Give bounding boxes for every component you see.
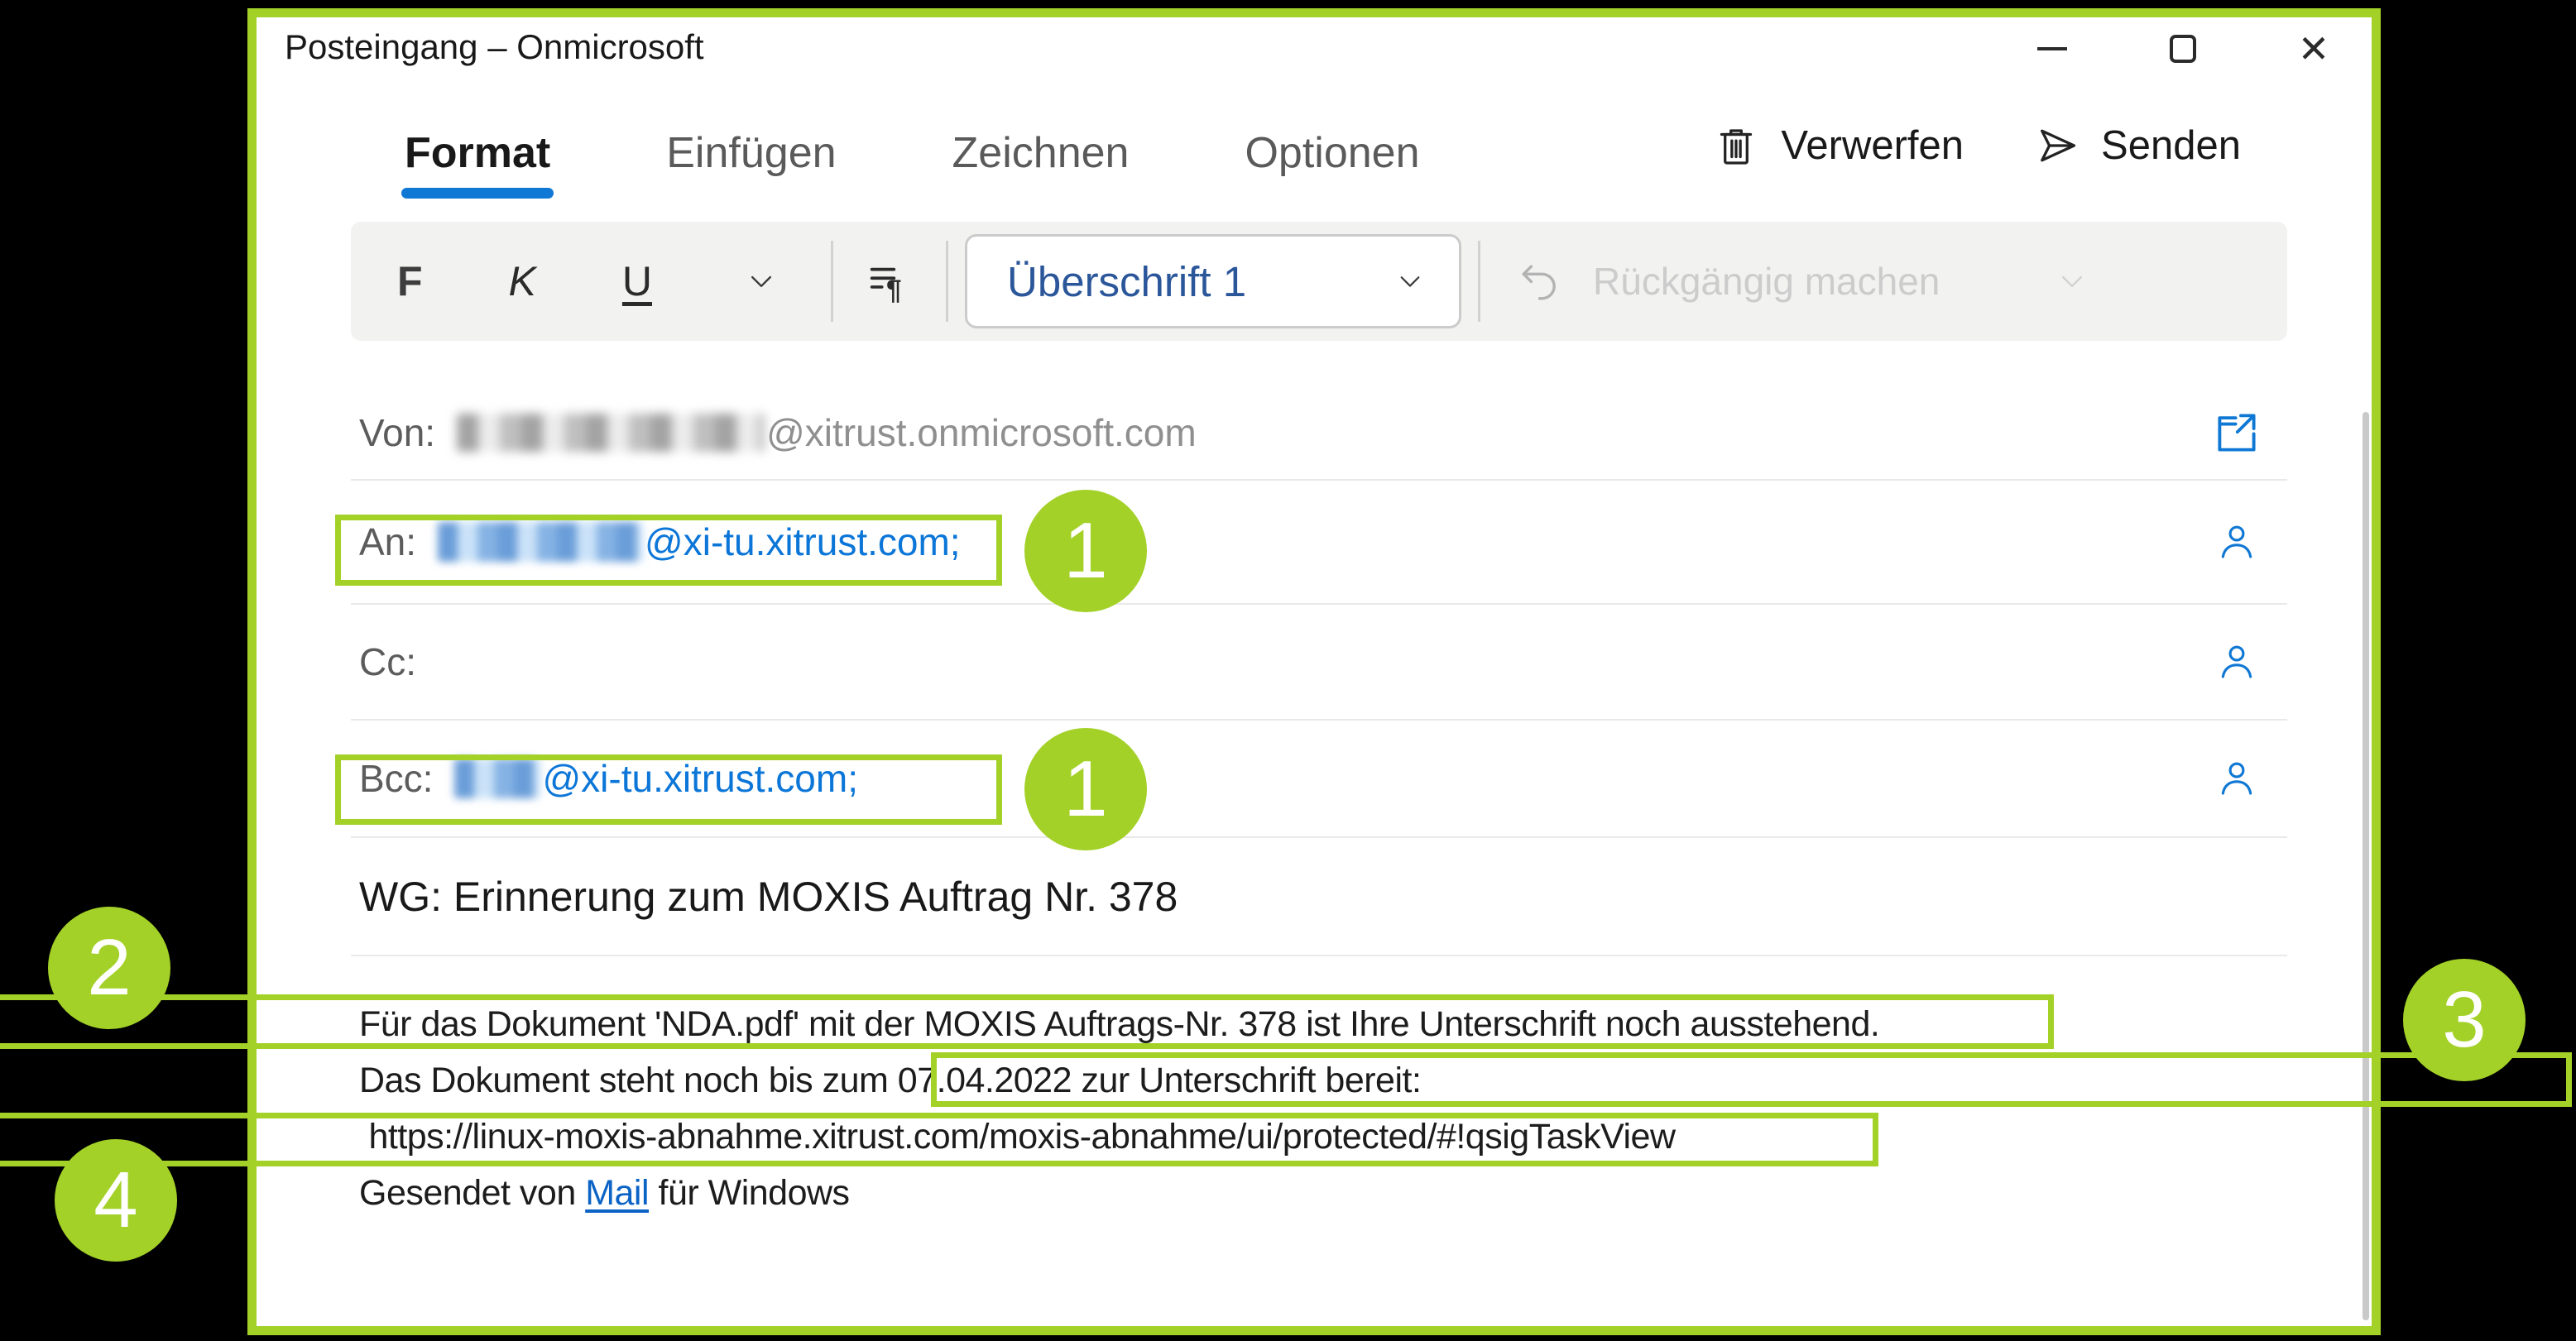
maximize-icon	[2170, 35, 2196, 63]
cc-contacts-button[interactable]	[2214, 639, 2259, 684]
minimize-button[interactable]	[2022, 22, 2082, 75]
cc-field[interactable]: Cc:	[351, 605, 2287, 721]
cc-label: Cc:	[359, 639, 416, 684]
paragraph-format-button[interactable]: ¶	[863, 255, 916, 308]
chevron-down-icon	[2056, 265, 2089, 298]
redacted-bcc-address	[454, 759, 540, 798]
chevron-down-icon	[1394, 266, 1426, 297]
tab-einfuegen[interactable]: Einfügen	[666, 132, 836, 175]
tab-format[interactable]: Format	[405, 132, 550, 175]
bcc-field[interactable]: Bcc: @xi-tu.xitrust.com;	[351, 721, 2287, 838]
person-icon	[2214, 756, 2259, 801]
toolbar-divider	[1478, 241, 1480, 322]
toolbar-divider	[831, 241, 833, 322]
open-in-new-window-button[interactable]	[2209, 405, 2264, 460]
popout-window-icon	[2209, 405, 2264, 460]
discard-label: Verwerfen	[1781, 122, 1964, 169]
trash-icon	[1713, 122, 1759, 169]
bold-button[interactable]: F	[397, 257, 423, 305]
address-fields: Von: @xitrust.onmicrosoft.com An: @xi-tu…	[351, 386, 2287, 956]
style-dropdown-value: Überschrift 1	[1007, 257, 1246, 306]
send-label: Senden	[2101, 122, 2241, 169]
annotation-badge-3: 3	[2403, 959, 2526, 1081]
undo-label: Rückgängig machen	[1593, 259, 1940, 304]
from-field[interactable]: Von: @xitrust.onmicrosoft.com	[351, 386, 2287, 481]
undo-icon	[1517, 257, 1565, 305]
mail-compose-window: Posteingang – Onmicrosoft ✕ Format Einfü…	[247, 8, 2381, 1335]
close-icon: ✕	[2298, 30, 2330, 68]
annotation-badge-4: 4	[55, 1139, 177, 1262]
redacted-to-address	[438, 522, 643, 562]
redacted-from-address	[457, 414, 765, 452]
close-button[interactable]: ✕	[2284, 22, 2343, 75]
style-dropdown[interactable]: Überschrift 1	[965, 234, 1461, 328]
annotation-badge-2: 2	[48, 907, 170, 1029]
to-domain: @xi-tu.xitrust.com;	[645, 520, 961, 564]
minimize-icon	[2037, 47, 2067, 50]
tab-optionen[interactable]: Optionen	[1245, 132, 1419, 175]
person-icon	[2214, 520, 2259, 564]
send-icon	[2033, 122, 2080, 169]
mail-link[interactable]: Mail	[585, 1173, 649, 1213]
window-controls: ✕	[2022, 22, 2343, 75]
sent-from-suffix: für Windows	[649, 1173, 850, 1213]
titlebar[interactable]: Posteingang – Onmicrosoft ✕	[257, 17, 2372, 93]
paragraph-format-icon: ¶	[863, 255, 916, 308]
font-options-chevron[interactable]	[745, 265, 778, 298]
from-domain: @xitrust.onmicrosoft.com	[766, 410, 1197, 455]
svg-text:¶: ¶	[886, 275, 902, 305]
ribbon-tabs: Format Einfügen Zeichnen Optionen	[405, 132, 1420, 175]
screenshot-canvas: Posteingang – Onmicrosoft ✕ Format Einfü…	[0, 0, 2576, 1341]
discard-button[interactable]: Verwerfen	[1713, 122, 1964, 169]
toolbar-divider	[946, 241, 948, 322]
underline-button[interactable]: U	[622, 257, 652, 305]
subject-field[interactable]: WG: Erinnerung zum MOXIS Auftrag Nr. 378	[351, 838, 2287, 956]
to-label: An:	[359, 520, 416, 564]
annotation-badge-1-to: 1	[1024, 490, 1147, 612]
window-title: Posteingang – Onmicrosoft	[285, 27, 704, 67]
person-icon	[2214, 639, 2259, 684]
bcc-label: Bcc:	[359, 756, 433, 801]
bcc-contacts-button[interactable]	[2214, 756, 2259, 801]
undo-history-chevron[interactable]	[2056, 265, 2089, 298]
format-toolbar: F K U ¶ Überschrift 1	[351, 222, 2287, 341]
undo-button[interactable]	[1517, 257, 1565, 305]
from-label: Von:	[359, 410, 435, 455]
bcc-domain: @xi-tu.xitrust.com;	[542, 756, 858, 801]
maximize-button[interactable]	[2153, 22, 2213, 75]
sent-from-prefix: Gesendet von	[359, 1173, 585, 1213]
to-contacts-button[interactable]	[2214, 520, 2259, 564]
ribbon-actions: Verwerfen Senden	[1713, 122, 2241, 169]
body-line-2: Das Dokument steht noch bis zum 07.04.20…	[359, 1052, 2262, 1109]
message-body[interactable]: Für das Dokument 'NDA.pdf' mit der MOXIS…	[359, 996, 2262, 1221]
to-field[interactable]: An: @xi-tu.xitrust.com;	[351, 481, 2287, 605]
tab-zeichnen[interactable]: Zeichnen	[952, 132, 1130, 175]
body-line-3: https://linux-moxis-abnahme.xitrust.com/…	[359, 1109, 2262, 1165]
subject-text: WG: Erinnerung zum MOXIS Auftrag Nr. 378	[359, 873, 1178, 921]
chevron-down-icon	[745, 265, 778, 298]
scrollbar[interactable]	[2363, 412, 2369, 1320]
italic-button[interactable]: K	[509, 257, 536, 305]
send-button[interactable]: Senden	[2033, 122, 2241, 169]
body-line-1: Für das Dokument 'NDA.pdf' mit der MOXIS…	[359, 996, 2262, 1052]
annotation-badge-1-bcc: 1	[1024, 728, 1147, 850]
body-line-4: Gesendet von Mail für Windows	[359, 1165, 2262, 1221]
